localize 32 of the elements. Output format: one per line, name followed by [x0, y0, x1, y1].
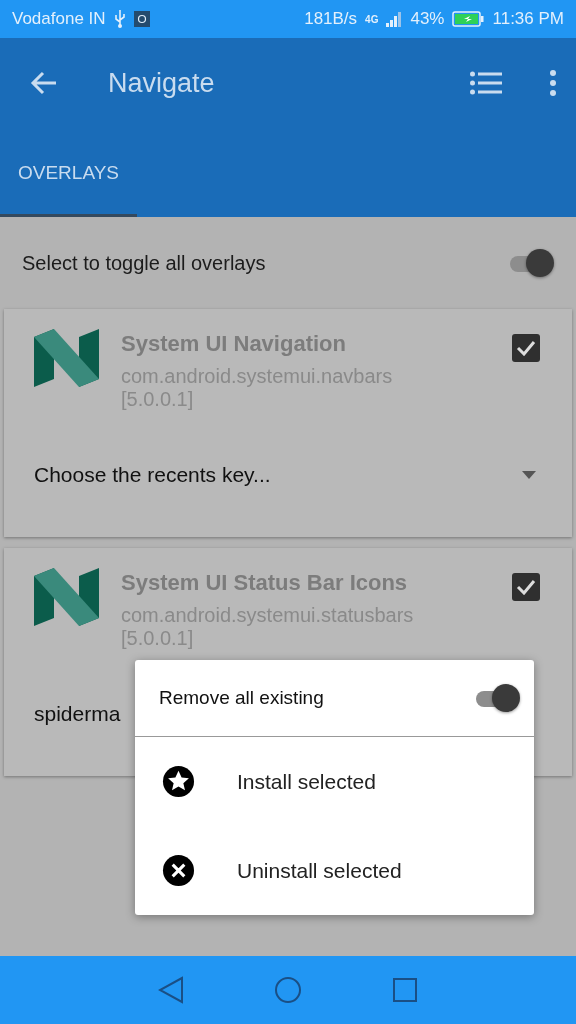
- signal-icon: [386, 11, 403, 27]
- back-nav-icon[interactable]: [158, 976, 184, 1004]
- battery-percent: 43%: [410, 9, 445, 29]
- home-nav-icon[interactable]: [274, 976, 302, 1004]
- network-type: 4G: [365, 13, 379, 25]
- network-speed: 181B/s: [304, 9, 358, 29]
- list-icon[interactable]: [470, 71, 502, 95]
- notification-icon: [133, 11, 150, 27]
- overlay-name: System UI Status Bar Icons: [121, 570, 409, 596]
- toggle-label: Remove all existing: [159, 687, 325, 709]
- toggle-label: Select to toggle all overlays: [22, 251, 267, 275]
- more-icon[interactable]: [550, 70, 556, 96]
- tab[interactable]: OVERLAYS: [0, 131, 137, 217]
- check-icon: [516, 340, 536, 356]
- recents-nav-icon[interactable]: [392, 977, 418, 1003]
- overlay-name: System UI Navigation: [121, 331, 347, 357]
- clock: 11:36 PM: [492, 9, 564, 29]
- checkbox[interactable]: [512, 334, 540, 362]
- check-icon: [516, 579, 536, 595]
- n-logo-icon: [34, 329, 99, 387]
- screen-title: Navigate: [108, 67, 216, 99]
- usb-icon: [113, 10, 126, 28]
- close-icon: [162, 854, 195, 887]
- carrier-name: Vodafone IN: [12, 9, 106, 29]
- battery-icon: [452, 11, 485, 27]
- checkbox[interactable]: [512, 573, 540, 601]
- menu-item[interactable]: Install selected: [135, 737, 534, 826]
- option-dropdown[interactable]: Choose the recents key...: [34, 463, 522, 487]
- n-logo-icon: [34, 568, 99, 626]
- menu-item[interactable]: Uninstall selected: [135, 826, 534, 915]
- back-icon[interactable]: [30, 71, 58, 95]
- dropdown-arrow-icon[interactable]: [522, 471, 536, 479]
